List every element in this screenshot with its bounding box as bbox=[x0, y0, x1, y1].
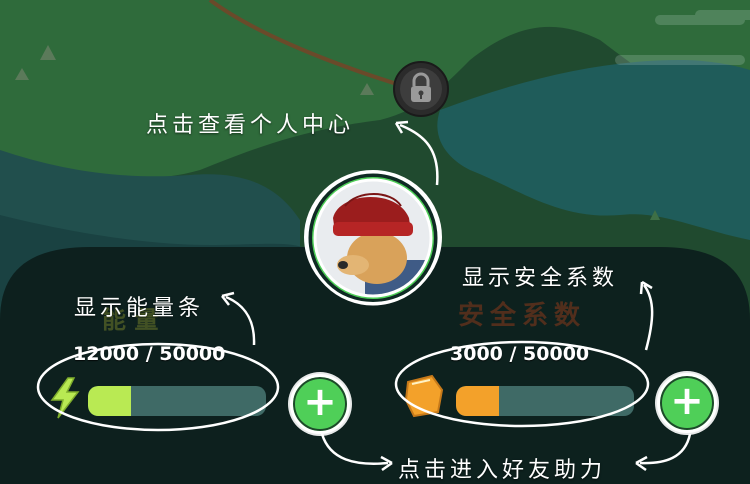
help-arrows bbox=[320, 433, 692, 472]
game-screen: 能 量 安全系数 点击查看个人中心 显示能量条 显示安全系数 12000 / 5… bbox=[0, 0, 750, 484]
